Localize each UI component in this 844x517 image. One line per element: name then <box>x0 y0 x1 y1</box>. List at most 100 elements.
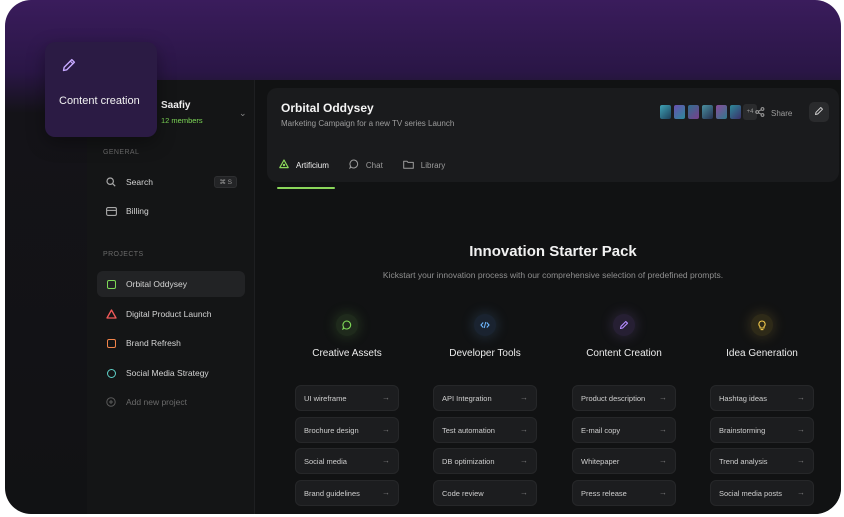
project-title: Orbital Oddysey <box>281 101 374 115</box>
prompt-card[interactable]: Brainstorming → <box>710 417 814 443</box>
avatar <box>715 104 728 120</box>
edit-button[interactable] <box>809 102 829 122</box>
prompt-card[interactable]: Social media posts → <box>710 480 814 506</box>
prompt-card[interactable]: Social media → <box>295 448 399 474</box>
sidebar-item-label: Orbital Oddysey <box>126 279 187 289</box>
prompt-card[interactable]: E-mail copy → <box>572 417 676 443</box>
prompt-card[interactable]: Press release → <box>572 480 676 506</box>
sidebar-item-billing[interactable]: Billing <box>97 198 245 224</box>
sidebar-item-label: Brand Refresh <box>126 338 181 348</box>
arrow-right-icon: → <box>520 456 528 465</box>
share-label: Share <box>771 108 793 118</box>
sidebar: Saafiy 12 members ⌄ GENERAL Search ⌘ S B… <box>87 80 255 514</box>
prompt-card[interactable]: Brochure design → <box>295 417 399 443</box>
content-title: Innovation Starter Pack <box>469 243 637 260</box>
share-icon <box>755 107 765 119</box>
avatar <box>673 104 686 120</box>
arrow-right-icon: → <box>382 425 390 434</box>
prompt-card[interactable]: Hashtag ideas → <box>710 385 814 411</box>
prompt-card[interactable]: Test automation → <box>433 417 537 443</box>
prompt-label: Product description <box>581 393 646 403</box>
add-project-button[interactable]: Add new project <box>97 389 245 415</box>
project-tabs: Artificium Chat Library <box>277 158 465 189</box>
prompt-card[interactable]: Brand guidelines → <box>295 480 399 506</box>
prompt-category-idea-generation: Idea Generation Hashtag ideas → Brainstor… <box>710 314 814 506</box>
sidebar-item-label: Add new project <box>126 397 187 407</box>
code-icon <box>474 314 496 336</box>
pencil-icon <box>613 314 635 336</box>
arrow-right-icon: → <box>797 456 805 465</box>
pencil-icon <box>814 106 824 118</box>
share-button[interactable]: Share <box>755 107 792 119</box>
sidebar-item-label: Digital Product Launch <box>126 309 212 319</box>
prompt-card[interactable]: Whitepaper → <box>572 448 676 474</box>
sidebar-item-label: Billing <box>126 206 149 216</box>
arrow-right-icon: → <box>382 488 390 497</box>
arrow-right-icon: → <box>797 393 805 402</box>
prompt-label: API Integration <box>442 393 492 403</box>
app-window: Saafiy 12 members ⌄ GENERAL Search ⌘ S B… <box>87 80 841 514</box>
prompt-label: Social media <box>304 456 347 466</box>
tab-artificium[interactable]: Artificium <box>277 158 335 189</box>
tab-chat[interactable]: Chat <box>348 158 383 172</box>
arrow-right-icon: → <box>520 425 528 434</box>
prompt-card[interactable]: DB optimization → <box>433 448 537 474</box>
arrow-right-icon: → <box>520 393 528 402</box>
tab-library[interactable]: Library <box>402 158 446 172</box>
sidebar-item-label: Social Media Strategy <box>126 368 209 378</box>
prompt-label: Hashtag ideas <box>719 393 767 403</box>
prompt-category-developer-tools: Developer Tools API Integration → Test au… <box>433 314 537 506</box>
sidebar-project-brand-refresh[interactable]: Brand Refresh <box>97 330 245 356</box>
avatar <box>701 104 714 120</box>
sidebar-project-digital-product-launch[interactable]: Digital Product Launch <box>97 301 245 327</box>
avatar <box>659 104 672 120</box>
projects-section-label: PROJECTS <box>103 251 144 258</box>
prompt-label: Brainstorming <box>719 425 766 435</box>
app-frame: Saafiy 12 members ⌄ GENERAL Search ⌘ S B… <box>5 0 841 514</box>
content-subtitle: Kickstart your innovation process with o… <box>382 270 724 280</box>
chevron-down-icon[interactable]: ⌄ <box>239 108 247 119</box>
prompt-card[interactable]: API Integration → <box>433 385 537 411</box>
sidebar-project-orbital-oddysey[interactable]: Orbital Oddysey <box>97 271 245 297</box>
project-header: Orbital Oddysey Marketing Campaign for a… <box>267 88 839 189</box>
prompt-card[interactable]: Trend analysis → <box>710 448 814 474</box>
member-avatars[interactable]: +4 <box>659 104 757 120</box>
prompt-label: Code review <box>442 488 484 498</box>
arrow-right-icon: → <box>659 393 667 402</box>
arrow-right-icon: → <box>382 456 390 465</box>
prompt-label: E-mail copy <box>581 425 621 435</box>
workspace-members: 12 members <box>161 116 203 125</box>
folder-icon <box>402 160 414 171</box>
credit-card-icon <box>105 205 117 217</box>
prompt-card[interactable]: Code review → <box>433 480 537 506</box>
arrow-right-icon: → <box>797 488 805 497</box>
prompt-label: Brochure design <box>304 425 359 435</box>
arrow-right-icon: → <box>797 425 805 434</box>
lightbulb-icon <box>751 314 773 336</box>
project-triangle-icon <box>105 308 117 320</box>
project-circle-icon <box>105 367 117 379</box>
tab-label: Artificium <box>296 160 329 170</box>
project-subtitle: Marketing Campaign for a new TV series L… <box>281 119 455 128</box>
sidebar-item-label: Search <box>126 177 153 187</box>
avatar <box>687 104 700 120</box>
workspace-name: Saafiy <box>161 100 191 111</box>
prompt-label: UI wireframe <box>304 393 347 403</box>
prompt-label: Test automation <box>442 425 495 435</box>
sidebar-project-social-media-strategy[interactable]: Social Media Strategy <box>97 360 245 386</box>
category-title: Creative Assets <box>312 348 382 359</box>
workspace-switcher[interactable]: Saafiy 12 members <box>161 100 203 125</box>
content-creation-label: Content creation <box>59 95 140 107</box>
prompt-card[interactable]: Product description → <box>572 385 676 411</box>
category-title: Content Creation <box>586 348 662 359</box>
prompt-card[interactable]: UI wireframe → <box>295 385 399 411</box>
project-square-icon <box>105 278 117 290</box>
category-title: Idea Generation <box>726 348 798 359</box>
tab-label: Chat <box>365 160 383 170</box>
plus-circle-icon <box>105 396 117 408</box>
avatar <box>729 104 742 120</box>
search-icon <box>105 176 117 188</box>
tab-label: Library <box>420 160 446 170</box>
content-creation-card[interactable]: Content creation <box>45 42 157 137</box>
sidebar-item-search[interactable]: Search ⌘ S <box>97 169 245 195</box>
